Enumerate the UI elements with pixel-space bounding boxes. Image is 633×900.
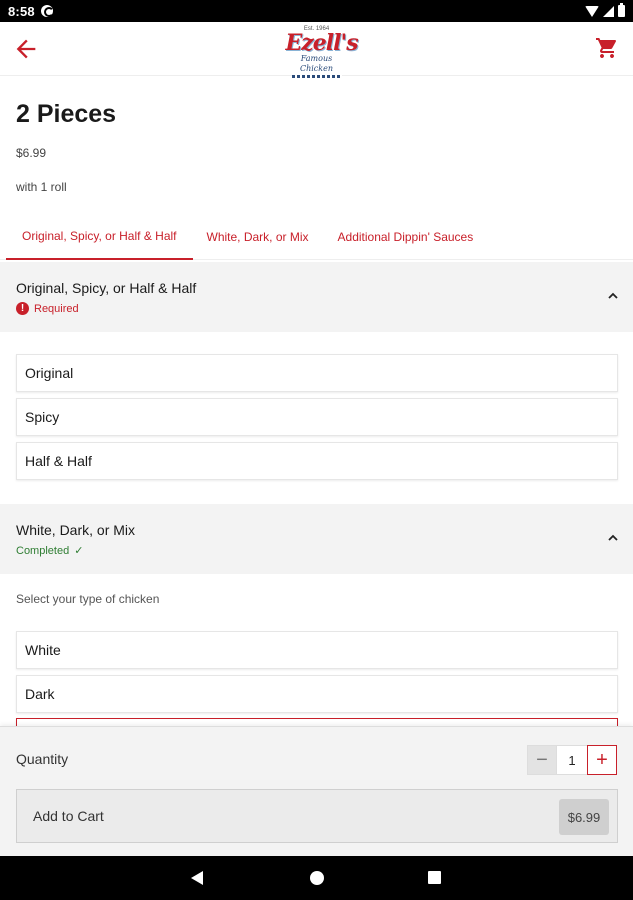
option-white[interactable]: White (16, 631, 618, 669)
checkmark-icon: ✓ (74, 545, 84, 557)
decrement-button[interactable]: − (527, 745, 557, 775)
item-description: with 1 roll (16, 180, 67, 194)
chevron-up-icon[interactable] (607, 532, 619, 544)
item-title: 2 Pieces (16, 100, 117, 128)
signal-icon (603, 5, 614, 17)
nav-back-icon[interactable] (191, 871, 203, 885)
tab-white-dark-mix[interactable]: White, Dark, or Mix (199, 214, 317, 260)
status-icons (585, 3, 625, 17)
option-spicy[interactable]: Spicy (16, 398, 618, 436)
notification-icon (40, 5, 54, 17)
option-half-and-half[interactable]: Half & Half (16, 442, 618, 480)
section-header-white-dark-mix[interactable]: White, Dark, or Mix Completed ✓ (0, 504, 633, 574)
back-arrow-icon[interactable] (12, 35, 40, 63)
status-bar: 8:58 (0, 0, 633, 22)
section-title: White, Dark, or Mix (16, 522, 136, 538)
add-to-cart-label: Add to Cart (33, 808, 104, 824)
modifier-tabs: Original, Spicy, or Half & Half White, D… (0, 214, 633, 260)
section-status-completed: Completed ✓ (16, 544, 84, 558)
section-header-original-spicy[interactable]: Original, Spicy, or Half & Half ! Requir… (0, 262, 633, 332)
quantity-stepper: − 1 + (527, 744, 617, 776)
section-helper-text: Select your type of chicken (16, 592, 160, 606)
nav-home-icon[interactable] (310, 871, 324, 885)
logo-brand: Ezell's (285, 30, 359, 56)
status-time: 8:58 (8, 3, 35, 19)
increment-button[interactable]: + (587, 745, 617, 775)
cart-icon[interactable] (595, 36, 619, 60)
logo-stripe (291, 75, 342, 78)
battery-icon (618, 3, 625, 17)
add-to-cart-amount: $6.99 (559, 799, 609, 835)
section-title: Original, Spicy, or Half & Half (16, 280, 197, 296)
logo-subtitle: Famous Chicken (299, 54, 334, 73)
option-original[interactable]: Original (16, 354, 618, 392)
item-price: $6.99 (16, 146, 47, 160)
tab-original-spicy[interactable]: Original, Spicy, or Half & Half (6, 214, 193, 260)
system-nav-bar (0, 856, 633, 900)
section-status-label: Required (34, 302, 79, 315)
add-to-cart-button[interactable]: Add to Cart $6.99 (16, 789, 618, 843)
brand-logo: Est. 1964 Ezell's Famous Chicken (285, 26, 359, 78)
quantity-label: Quantity (16, 751, 69, 767)
nav-recents-icon[interactable] (428, 871, 441, 884)
alert-icon: ! (16, 302, 29, 315)
app-bar: Est. 1964 Ezell's Famous Chicken (0, 22, 633, 78)
option-dark[interactable]: Dark (16, 675, 618, 713)
section-status-label: Completed (16, 544, 70, 557)
section-status-required: ! Required (16, 302, 79, 315)
wifi-icon (585, 5, 599, 17)
chevron-up-icon[interactable] (607, 290, 619, 302)
tab-dippin-sauces[interactable]: Additional Dippin' Sauces (330, 214, 482, 260)
cart-panel: Quantity − 1 + Add to Cart $6.99 (0, 726, 633, 856)
quantity-value: 1 (557, 745, 587, 775)
